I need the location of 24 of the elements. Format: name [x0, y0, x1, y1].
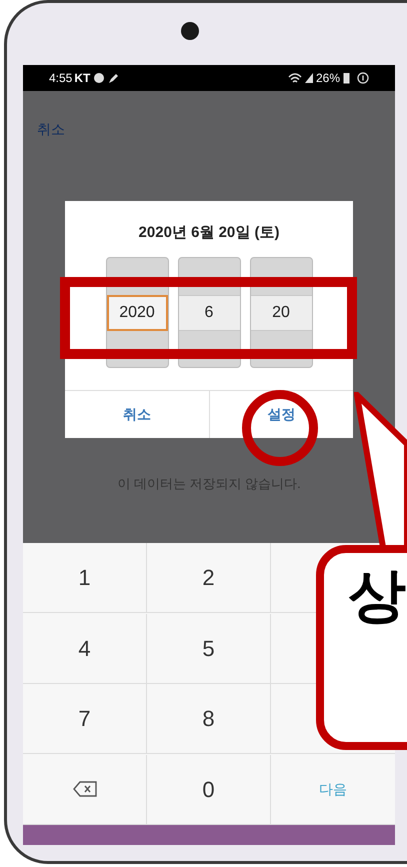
notification-icon [93, 72, 106, 84]
confirm-button[interactable]: 설정 [208, 391, 353, 438]
signal-icon [304, 72, 314, 84]
digit-key[interactable]: 4 [23, 614, 147, 684]
info-icon [357, 72, 369, 84]
backspace-icon[interactable] [72, 781, 96, 797]
wifi-icon [288, 72, 302, 84]
picker-value-field[interactable]: 20 [250, 294, 312, 330]
pencil-icon [108, 72, 120, 84]
camera-icon [181, 22, 199, 40]
picker-value-field[interactable]: 6 [178, 294, 240, 330]
battery-icon [343, 72, 350, 84]
digit-key[interactable]: 1 [23, 543, 147, 613]
dialog-title: 2020년 6월 20일 (토) [138, 223, 280, 243]
carrier-label: KT [74, 70, 90, 87]
digit-key[interactable]: 2 [147, 543, 271, 613]
battery-percentage: 26% [316, 70, 340, 87]
picker-value-field[interactable]: 2020 [106, 294, 168, 330]
cancel-button[interactable]: 취소 [65, 391, 208, 438]
digit-key[interactable]: 8 [147, 684, 271, 754]
callout-text: 상 [348, 563, 406, 628]
status-time: 4:55 [49, 70, 72, 87]
digit-key[interactable]: 5 [147, 614, 271, 684]
digit-key[interactable]: 7 [23, 684, 147, 754]
